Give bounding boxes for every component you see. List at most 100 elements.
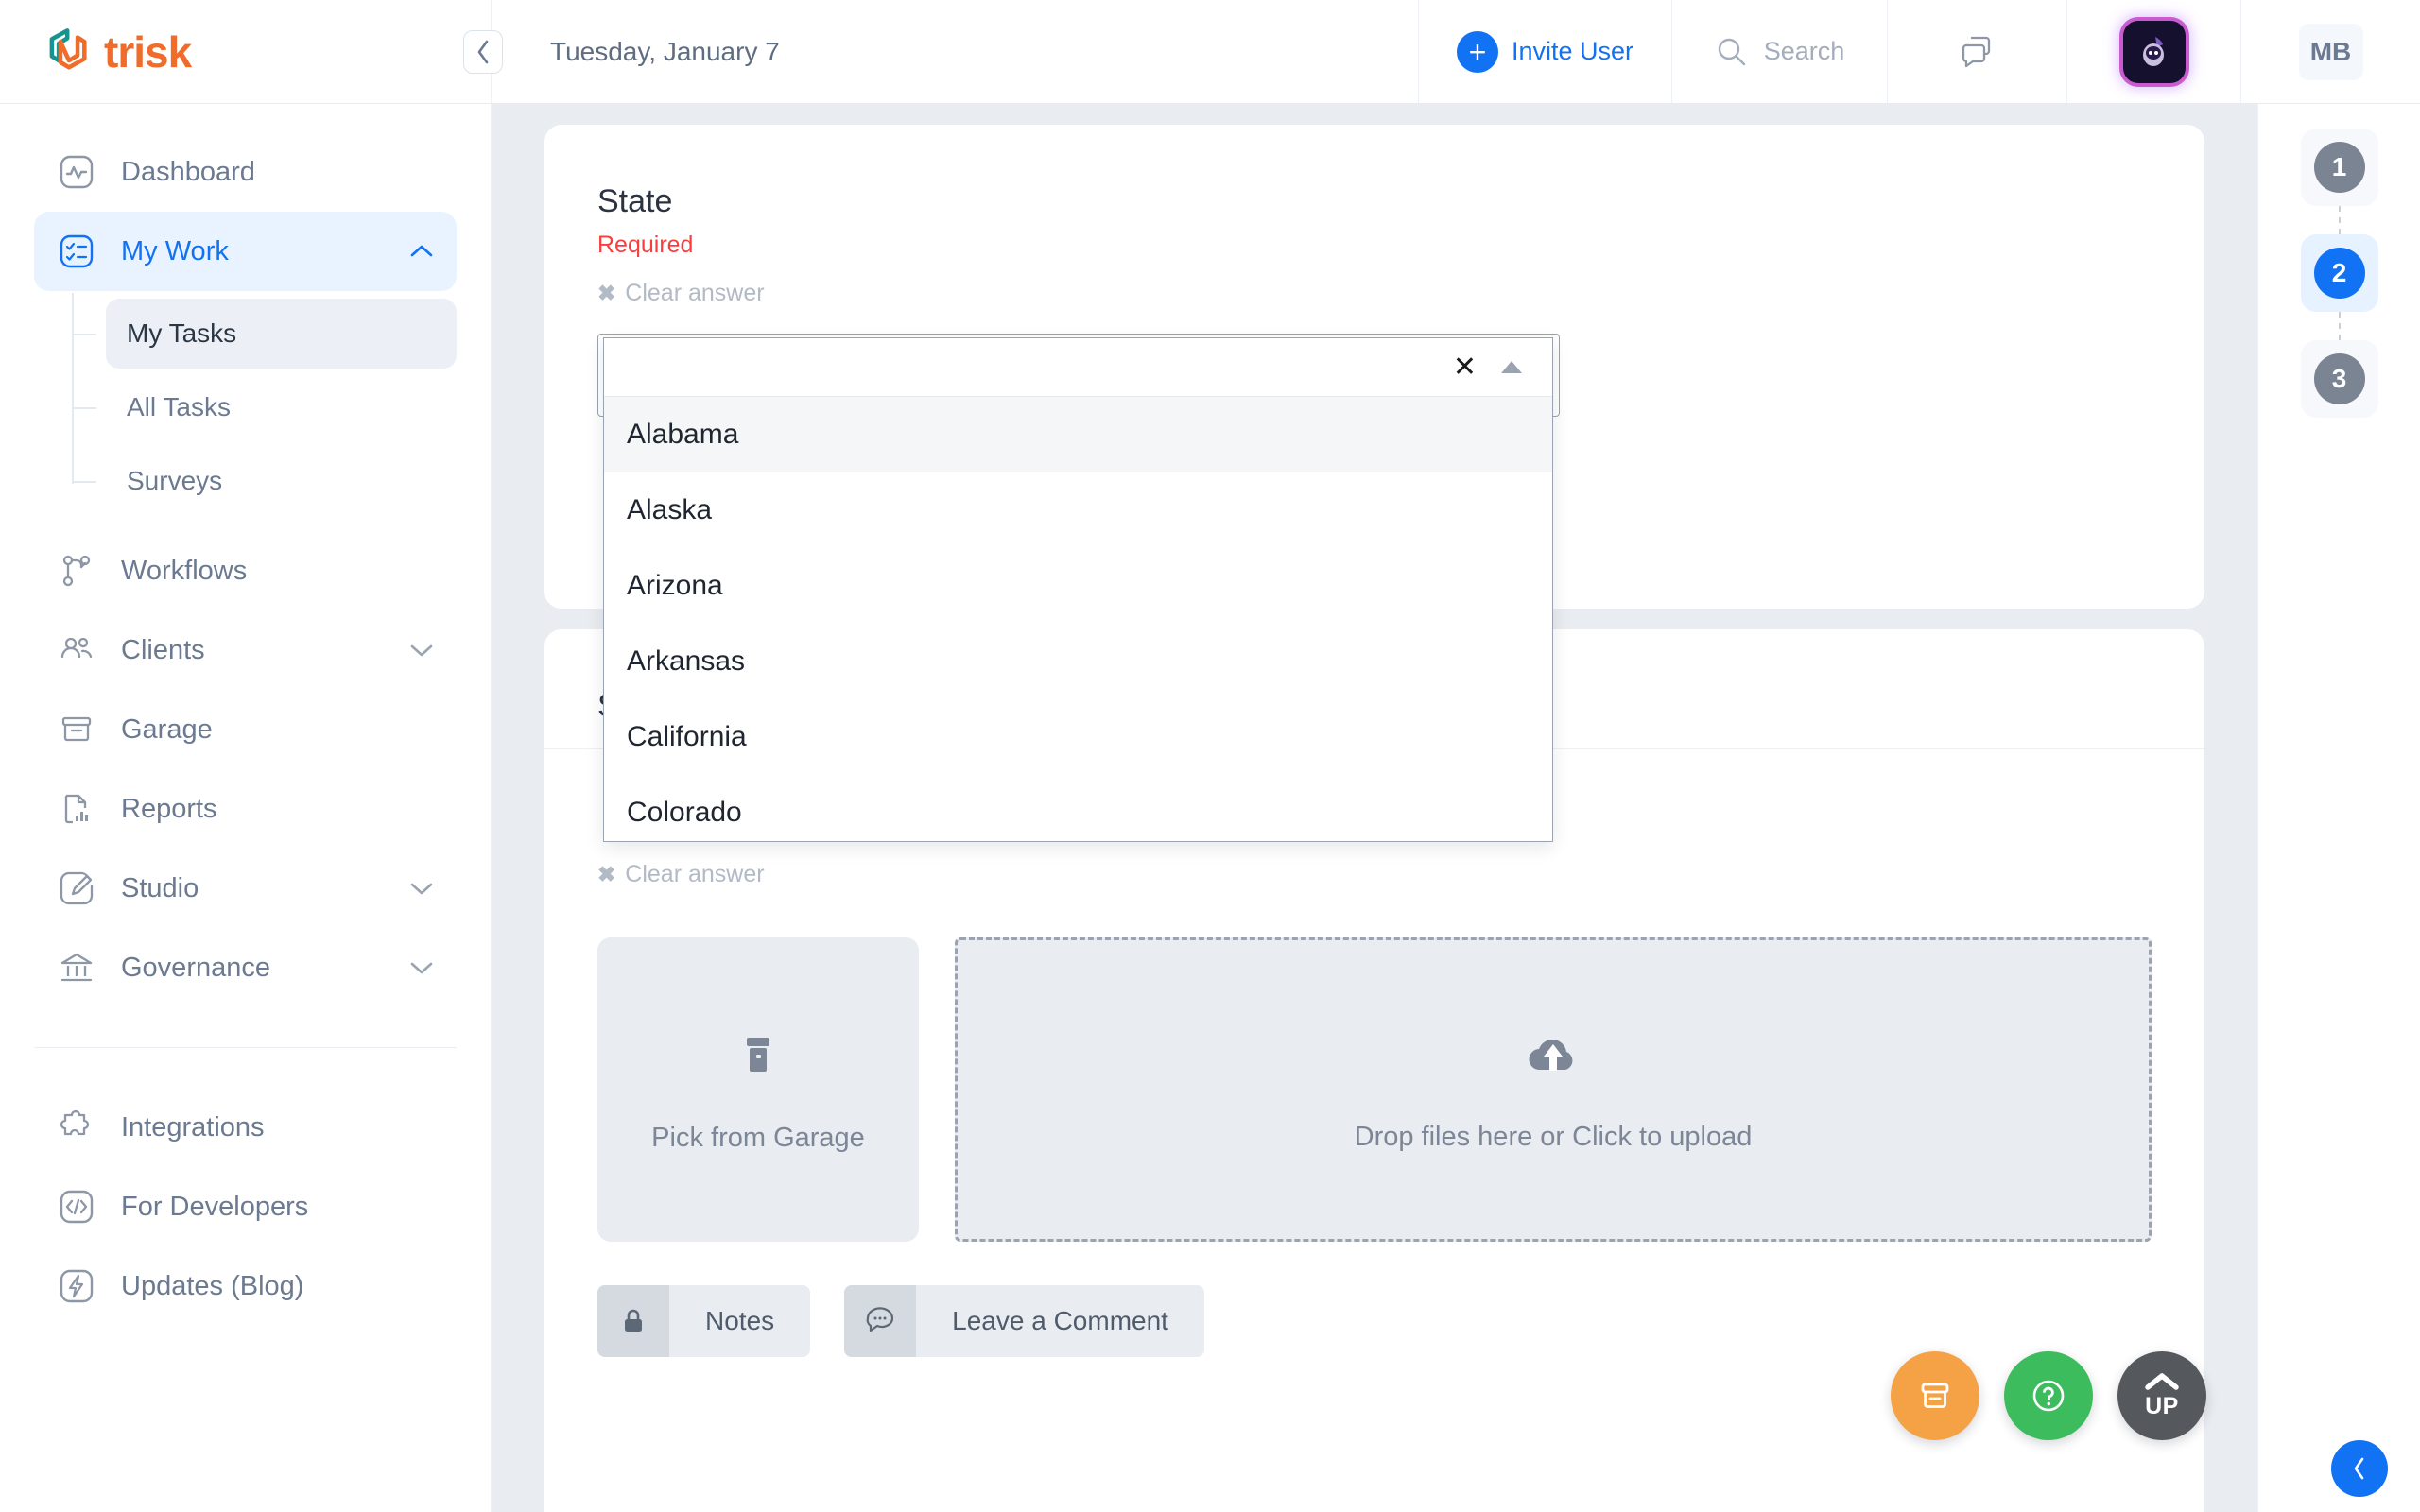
chevron-left-icon — [477, 40, 489, 64]
sidebar-item-label: My Work — [121, 235, 229, 266]
x-mark-icon: ✖ — [597, 862, 616, 886]
step-number: 1 — [2313, 142, 2365, 193]
sub-item-label: My Tasks — [127, 318, 237, 348]
checklist-icon — [55, 230, 98, 273]
brush-icon — [55, 867, 98, 910]
clear-answer-label: Clear answer — [625, 280, 765, 306]
x-mark-icon: ✖ — [597, 281, 616, 305]
archive-box-icon — [1921, 1383, 1949, 1408]
invite-user-button[interactable]: + Invite User — [1418, 0, 1671, 103]
chat-button[interactable] — [1887, 0, 2066, 103]
sidebar-item-my-work[interactable]: My Work — [34, 212, 457, 291]
clear-answer-button[interactable]: ✖ Clear answer — [597, 280, 765, 307]
required-label: Required — [597, 232, 694, 258]
dropdown-option[interactable]: California — [604, 699, 1552, 775]
ai-assistant-icon — [2122, 20, 2186, 83]
sidebar-item-workflows[interactable]: Workflows — [34, 531, 457, 610]
dropdown-option[interactable]: Alaska — [604, 472, 1552, 548]
file-drop-zone[interactable]: Drop files here or Click to upload — [955, 937, 2152, 1242]
puzzle-piece-icon — [55, 1106, 98, 1149]
sidebar-item-surveys[interactable]: Surveys — [72, 446, 457, 516]
sidebar-item-garage[interactable]: Garage — [34, 690, 457, 769]
trisk-hex-logo-icon — [49, 27, 87, 70]
chevron-down-icon — [407, 641, 436, 660]
workflow-branch-icon — [55, 549, 98, 593]
archive-box-icon — [55, 708, 98, 751]
dropdown-option[interactable]: Colorado — [604, 775, 1552, 841]
step-connector — [2338, 312, 2341, 340]
sidebar-item-label: For Developers — [121, 1191, 309, 1222]
collapse-sidebar-button[interactable] — [463, 30, 503, 74]
brand-name: trisk — [104, 26, 192, 77]
step-indicator-3[interactable]: 3 — [2300, 340, 2378, 418]
meta-row: Notes Leave a Comment — [597, 1285, 2152, 1357]
sidebar-item-my-tasks[interactable]: My Tasks — [72, 299, 457, 369]
pick-from-garage-button[interactable]: Pick from Garage — [597, 937, 919, 1242]
activity-pulse-icon — [55, 150, 98, 194]
sidebar-item-label: Studio — [121, 872, 199, 903]
clear-answer-label: Clear answer — [625, 861, 765, 887]
question-circle-icon — [2032, 1380, 2065, 1412]
top-bar: trisk Tuesday, January 7 + Invite User S… — [0, 0, 2420, 104]
step-indicator-1[interactable]: 1 — [2300, 129, 2378, 206]
ai-assistant-button[interactable] — [2066, 0, 2240, 103]
code-brackets-icon — [55, 1185, 98, 1228]
chevron-left-icon — [2354, 1457, 2364, 1480]
state-dropdown: ✕ Alabama Alaska Arizona Arkansas Califo… — [603, 337, 1553, 842]
dropdown-option[interactable]: Arkansas — [604, 624, 1552, 699]
sidebar-item-for-developers[interactable]: For Developers — [34, 1167, 457, 1246]
comment-bubble-icon — [844, 1285, 917, 1357]
step-indicator-2[interactable]: 2 — [2300, 234, 2378, 312]
sidebar-item-governance[interactable]: Governance — [34, 928, 457, 1007]
sidebar-item-all-tasks[interactable]: All Tasks — [72, 372, 457, 442]
sidebar-item-label: Updates (Blog) — [121, 1270, 304, 1301]
sidebar-item-reports[interactable]: Reports — [34, 769, 457, 849]
search-button[interactable]: Search — [1671, 0, 1887, 103]
leave-comment-button[interactable]: Leave a Comment — [844, 1285, 1204, 1357]
search-label: Search — [1763, 37, 1845, 65]
notes-button[interactable]: Notes — [597, 1285, 811, 1357]
sidebar-item-label: Governance — [121, 952, 270, 983]
fab-garage-button[interactable] — [1891, 1351, 1979, 1440]
users-icon — [55, 628, 98, 672]
sidebar-item-updates-blog[interactable]: Updates (Blog) — [34, 1246, 457, 1326]
sidebar-item-label: Workflows — [121, 555, 248, 586]
sidebar-item-dashboard[interactable]: Dashboard — [34, 132, 457, 212]
step-number: 2 — [2313, 248, 2365, 299]
fab-help-button[interactable] — [2004, 1351, 2093, 1440]
sidebar-item-label: Dashboard — [121, 156, 255, 187]
subnav-rail — [72, 293, 74, 484]
scroll-up-label: UP — [2145, 1393, 2179, 1419]
caret-up-icon[interactable] — [1501, 361, 1522, 373]
step-rail: 1 2 3 — [2257, 104, 2420, 1512]
brand-logo-area[interactable]: trisk — [0, 0, 492, 103]
clear-answer-button[interactable]: ✖ Clear answer — [597, 861, 765, 888]
sub-item-label: All Tasks — [127, 392, 231, 421]
dropdown-option[interactable]: Arizona — [604, 548, 1552, 624]
current-date-label: Tuesday, January 7 — [550, 36, 780, 66]
sidebar-item-clients[interactable]: Clients — [34, 610, 457, 690]
sidebar-item-label: Clients — [121, 634, 205, 665]
panel-toggle-button[interactable] — [2331, 1440, 2388, 1497]
sidebar: Dashboard My Work My Tasks All Tasks Sur… — [0, 104, 492, 1512]
lock-icon — [597, 1285, 669, 1357]
chat-bubbles-icon — [1962, 36, 1990, 67]
avatar: MB — [2298, 23, 2363, 80]
pick-from-garage-label: Pick from Garage — [651, 1122, 865, 1153]
dropdown-option[interactable]: Alabama — [604, 397, 1552, 472]
step-number: 3 — [2313, 353, 2365, 404]
dropdown-option-list[interactable]: Alabama Alaska Arizona Arkansas Californ… — [604, 397, 1552, 841]
sub-item-label: Surveys — [127, 466, 223, 495]
sidebar-item-studio[interactable]: Studio — [34, 849, 457, 928]
sidebar-item-label: Reports — [121, 793, 217, 824]
question-title: State — [597, 183, 673, 219]
lightning-bolt-icon — [55, 1264, 98, 1308]
sidebar-item-integrations[interactable]: Integrations — [34, 1088, 457, 1167]
invite-user-label: Invite User — [1511, 37, 1634, 65]
dropdown-control[interactable]: ✕ — [604, 338, 1552, 397]
fab-scroll-up-button[interactable]: UP — [2118, 1351, 2206, 1440]
user-avatar-button[interactable]: MB — [2240, 0, 2420, 103]
bank-columns-icon — [55, 946, 98, 989]
x-close-icon[interactable]: ✕ — [1453, 352, 1477, 382]
sidebar-item-label: Integrations — [121, 1111, 265, 1143]
